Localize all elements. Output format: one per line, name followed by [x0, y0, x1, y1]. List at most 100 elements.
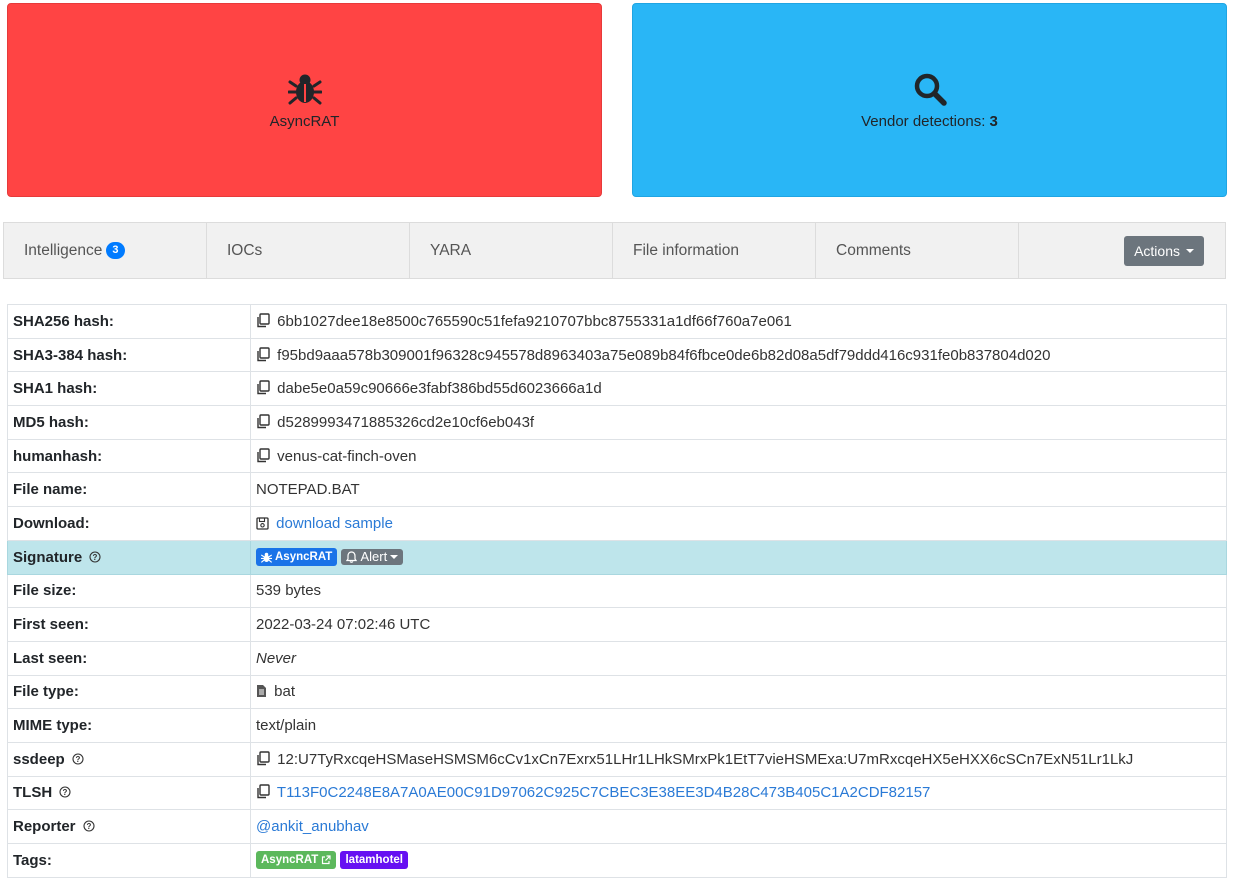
caret-down-icon [1186, 248, 1194, 253]
alert-dropdown[interactable]: Alert [341, 549, 404, 566]
table-row: Last seen: Never [7, 640, 1227, 676]
filename-value: NOTEPAD.BAT [250, 472, 1227, 508]
filesize-value: 539 bytes [250, 573, 1227, 609]
file-info-table: SHA256 hash: 6bb1027dee18e8500c765590c51… [7, 304, 1227, 878]
svg-text:?: ? [93, 553, 98, 562]
table-row: File type: bat [7, 674, 1227, 710]
actions-dropdown-button[interactable]: Actions [1124, 235, 1204, 266]
signature-label: Signature [13, 548, 83, 566]
help-icon[interactable]: ? [59, 786, 71, 799]
tab-intelligence[interactable]: Intelligence 3 [4, 223, 207, 278]
copy-icon[interactable] [256, 346, 270, 362]
row-value: dabe5e0a59c90666e3fabf386bd55d6023666a1d [250, 371, 1227, 407]
ssdeep-label: ssdeep [13, 750, 65, 768]
bell-icon [346, 551, 358, 564]
detections-count: 3 [989, 112, 998, 130]
tag-latamhotel[interactable]: latamhotel [340, 851, 408, 870]
row-value: venus-cat-finch-oven [250, 438, 1227, 474]
external-link-icon [322, 855, 331, 865]
tab-iocs-label: IOCs [227, 241, 263, 259]
copy-icon[interactable] [256, 414, 270, 429]
tlsh-link[interactable]: T113F0C2248E8A7A0AE00C91D97062C925C7CBEC… [277, 784, 931, 801]
alert-label: Alert [360, 549, 388, 565]
firstseen-value: 2022-03-24 07:02:46 UTC [250, 607, 1227, 642]
ssdeep-value[interactable]: 12:U7TyRxcqeHSMaseHSMSM6cCv1xCn7Exrx51LH… [277, 751, 1133, 768]
row-key: SHA3-384 hash: [7, 337, 251, 373]
sha1-value[interactable]: dabe5e0a59c90666e3fabf386bd55d6023666a1d [277, 380, 602, 397]
bug-icon [261, 552, 272, 563]
copy-icon[interactable] [256, 751, 270, 766]
help-icon[interactable]: ? [72, 753, 84, 765]
help-icon[interactable]: ? [83, 820, 95, 832]
row-value: bat [250, 674, 1227, 710]
lastseen-value: Never [250, 640, 1227, 676]
table-row: First seen: 2022-03-24 07:02:46 UTC [7, 607, 1227, 642]
mime-value: text/plain [250, 708, 1227, 743]
vendor-detections-card[interactable]: Vendor detections: 3 [632, 3, 1227, 197]
tab-intelligence-label: Intelligence [24, 241, 103, 259]
tab-file-information-label: File information [633, 241, 739, 259]
svg-text:?: ? [86, 822, 91, 831]
copy-icon[interactable] [256, 313, 270, 328]
row-key: Tags: [7, 843, 251, 878]
family-name: AsyncRAT [269, 112, 340, 130]
search-icon [914, 73, 947, 106]
tab-bar: Intelligence 3 IOCs YARA File informatio… [3, 222, 1226, 279]
copy-icon[interactable] [256, 380, 270, 395]
tab-yara-label: YARA [430, 241, 472, 259]
save-icon [256, 517, 269, 530]
row-key: File type: [7, 674, 251, 710]
row-value: d5289993471885326cd2e10cf6eb043f [250, 405, 1227, 440]
tab-file-information[interactable]: File information [613, 223, 816, 278]
row-key: ssdeep ? [7, 741, 251, 777]
row-key: Reporter ? [7, 809, 251, 844]
vendor-detections-text: Vendor detections: 3 [861, 113, 998, 130]
table-row: ssdeep ? 12:U7TyRxcqeHSMaseHSMSM6cCv1xCn… [7, 741, 1227, 777]
tab-iocs[interactable]: IOCs [207, 223, 410, 278]
row-value: download sample [250, 506, 1227, 541]
row-key: humanhash: [7, 438, 251, 474]
row-value: 6bb1027dee18e8500c765590c51fefa9210707bb… [250, 304, 1227, 339]
table-row: TLSH ? T113F0C2248E8A7A0AE00C91D97062C92… [7, 775, 1227, 811]
download-sample-link[interactable]: download sample [276, 515, 393, 532]
row-key: Last seen: [7, 640, 251, 676]
table-row: MIME type: text/plain [7, 708, 1227, 743]
tab-yara[interactable]: YARA [410, 223, 613, 278]
svg-text:?: ? [75, 755, 80, 764]
signature-tag[interactable]: AsyncRAT [256, 548, 338, 567]
detections-label: Vendor detections: [861, 112, 986, 130]
sha256-value[interactable]: 6bb1027dee18e8500c765590c51fefa9210707bb… [277, 313, 792, 330]
copy-icon[interactable] [256, 784, 270, 799]
signature-tag-label: AsyncRAT [275, 551, 333, 564]
table-row: Tags: AsyncRAT latamhotel [7, 843, 1227, 878]
copy-icon[interactable] [256, 447, 270, 463]
row-key: Signature ? [7, 539, 251, 575]
table-row: SHA1 hash: dabe5e0a59c90666e3fabf386bd55… [7, 371, 1227, 407]
svg-text:?: ? [63, 788, 68, 797]
help-icon[interactable]: ? [89, 551, 101, 563]
row-key: SHA1 hash: [7, 371, 251, 407]
humanhash-value[interactable]: venus-cat-finch-oven [277, 448, 416, 465]
table-row: SHA256 hash: 6bb1027dee18e8500c765590c51… [7, 304, 1227, 339]
reporter-link[interactable]: @ankit_anubhav [256, 818, 369, 835]
row-key: File name: [7, 472, 251, 508]
row-value: f95bd9aaa578b309001f96328c945578d8963403… [250, 337, 1227, 373]
tag-label: latamhotel [345, 854, 403, 867]
reporter-label: Reporter [13, 818, 76, 836]
table-row: MD5 hash: d5289993471885326cd2e10cf6eb04… [7, 405, 1227, 440]
row-key: Download: [7, 506, 251, 541]
actions-label: Actions [1134, 242, 1180, 259]
sha3-value[interactable]: f95bd9aaa578b309001f96328c945578d8963403… [277, 347, 1050, 364]
actions-cell: Actions [1019, 223, 1225, 278]
tag-asyncrat[interactable]: AsyncRAT [256, 851, 337, 870]
table-row: File size: 539 bytes [7, 573, 1227, 609]
row-key: MD5 hash: [7, 405, 251, 440]
malware-family-card[interactable]: AsyncRAT [7, 3, 602, 197]
row-value: AsyncRAT Alert [250, 539, 1227, 575]
table-row: Download: download sample [7, 506, 1227, 541]
row-value: @ankit_anubhav [250, 809, 1227, 844]
table-row: File name: NOTEPAD.BAT [7, 472, 1227, 508]
md5-value[interactable]: d5289993471885326cd2e10cf6eb043f [277, 414, 534, 431]
tab-comments[interactable]: Comments [816, 223, 1019, 278]
filetype-value: bat [274, 683, 296, 701]
